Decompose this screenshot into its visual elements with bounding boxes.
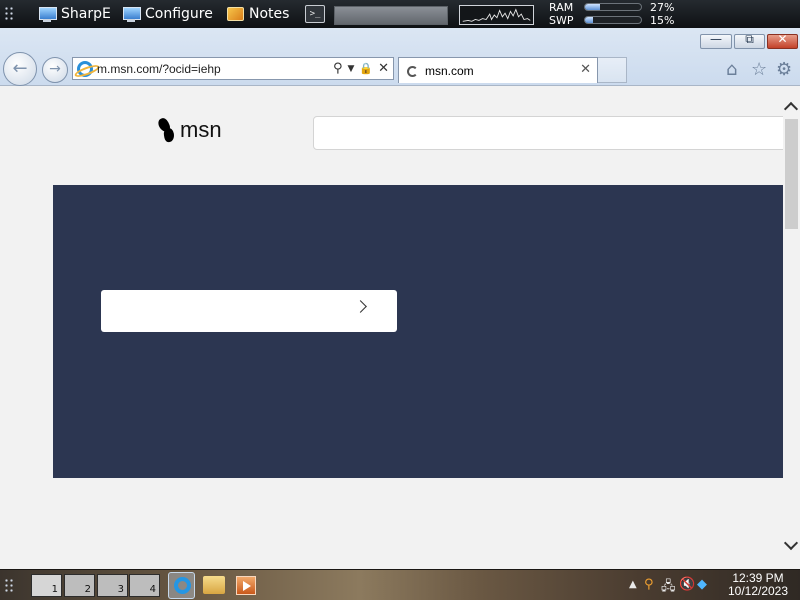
notes-label: Notes	[249, 6, 290, 22]
address-bar[interactable]: m.msn.com/?ocid=iehp ⚲ ▼ 🔒 ✕	[72, 57, 394, 80]
scroll-down-icon[interactable]	[783, 535, 799, 551]
favorites-icon[interactable]: ☆	[751, 59, 767, 80]
cpu-graph	[459, 5, 534, 25]
swap-value: 15%	[650, 14, 675, 27]
terminal-icon[interactable]: >_	[305, 5, 325, 23]
notes-icon	[227, 7, 244, 21]
virtual-desktop-4[interactable]: 4	[129, 574, 160, 597]
url-text[interactable]: m.msn.com/?ocid=iehp	[97, 62, 221, 76]
clock-date: 10/12/2023	[727, 584, 789, 598]
tab-title: msn.com	[425, 64, 474, 78]
new-tab-button[interactable]	[598, 57, 627, 83]
loading-spinner-icon	[407, 66, 418, 77]
virtual-desktop-2[interactable]: 2	[64, 574, 95, 597]
clock[interactable]: 12:39 PM 10/12/2023	[720, 572, 796, 598]
show-hidden-icons-icon[interactable]: ▲	[629, 579, 637, 590]
desktop-number: 1	[51, 584, 58, 595]
stop-icon[interactable]: ✕	[378, 61, 389, 77]
hero-action-card[interactable]	[101, 290, 397, 332]
virtual-desktop-1[interactable]: 1	[31, 574, 62, 597]
ie-favicon-icon	[77, 61, 93, 77]
settings-icon[interactable]: ⚙	[776, 59, 792, 80]
bluetooth-icon[interactable]: ◆	[697, 577, 707, 592]
minimize-icon: —	[710, 32, 722, 46]
sharpe-launcher[interactable]: SharpE	[38, 4, 111, 24]
ram-label: RAM	[549, 1, 574, 14]
search-icon[interactable]: ⚲	[333, 61, 343, 77]
ram-meter-fill	[585, 4, 601, 10]
back-button[interactable]: ←	[3, 52, 37, 86]
configure-launcher[interactable]: Configure	[122, 4, 213, 24]
ram-value: 27%	[650, 1, 675, 14]
volume-muted-icon[interactable]: 🔇	[679, 577, 695, 592]
media-player-icon[interactable]	[236, 576, 256, 595]
home-icon[interactable]: ⌂	[726, 59, 737, 80]
network-icon[interactable]: 🖧	[661, 577, 676, 599]
tab-close-icon[interactable]: ✕	[580, 62, 591, 77]
system-top-bar: SharpE Configure Notes >_ RAM 27% SWP 15…	[0, 0, 800, 28]
configure-label: Configure	[145, 6, 213, 22]
monitor-icon	[122, 6, 141, 22]
sharpe-label: SharpE	[61, 6, 111, 22]
msn-search-input[interactable]	[313, 116, 783, 150]
minimize-button[interactable]: —	[700, 32, 732, 49]
butterfly-logo-icon	[158, 117, 176, 143]
desktop-number: 2	[84, 584, 91, 595]
forward-button[interactable]: →	[42, 57, 68, 83]
forward-arrow-icon: →	[49, 61, 61, 77]
command-input[interactable]	[334, 6, 448, 25]
hero-banner	[53, 185, 783, 478]
virtual-desktop-3[interactable]: 3	[97, 574, 128, 597]
dropdown-icon[interactable]: ▼	[347, 61, 354, 77]
browser-chrome: — ⧉ ✕ ← → m.msn.com/?ocid=iehp ⚲ ▼ 🔒 ✕ m…	[0, 28, 800, 86]
start-grip-icon[interactable]	[4, 578, 14, 594]
swap-label: SWP	[549, 14, 574, 27]
search-icon[interactable]: ⚲	[644, 577, 654, 592]
vertical-scrollbar[interactable]	[783, 86, 800, 569]
taskbar: 1 2 3 4 ▲ ⚲ 🖧 🔇 ◆ 12:39 PM 10/12/2023	[0, 569, 800, 600]
file-explorer-icon[interactable]	[203, 576, 225, 594]
internet-explorer-icon[interactable]	[168, 572, 195, 599]
scrollbar-thumb[interactable]	[785, 119, 798, 229]
swap-meter-fill	[585, 17, 594, 23]
msn-logo[interactable]: msn	[158, 117, 222, 143]
swap-meter	[584, 16, 642, 24]
lock-icon[interactable]: 🔒	[359, 61, 373, 77]
desktop-number: 3	[117, 584, 124, 595]
scroll-up-icon[interactable]	[783, 101, 799, 117]
menu-grip-icon[interactable]	[4, 6, 14, 22]
notes-launcher[interactable]: Notes	[227, 4, 289, 24]
close-window-button[interactable]: ✕	[767, 32, 798, 49]
page-viewport: msn	[0, 86, 783, 569]
restore-icon: ⧉	[745, 32, 754, 46]
desktop-number: 4	[149, 584, 156, 595]
ram-meter	[584, 3, 642, 11]
back-arrow-icon: ←	[12, 58, 28, 79]
msn-logo-text: msn	[180, 117, 222, 142]
monitor-icon	[38, 6, 57, 22]
restore-button[interactable]: ⧉	[734, 32, 765, 49]
chevron-right-icon	[354, 300, 367, 313]
close-icon: ✕	[777, 32, 788, 46]
tab-msn[interactable]: msn.com ✕	[398, 57, 598, 83]
